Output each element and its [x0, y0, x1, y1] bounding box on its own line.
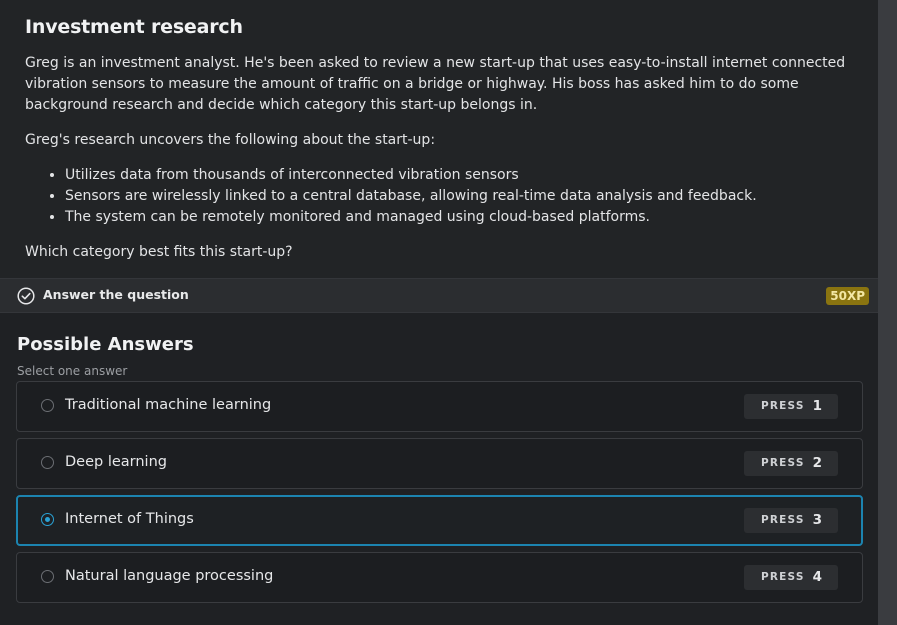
answer-option-3[interactable]: Internet of Things PRESS 3 — [16, 495, 863, 546]
check-circle-icon — [17, 287, 35, 305]
answer-label: Natural language processing — [65, 568, 274, 584]
keyboard-shortcut-hint: PRESS 3 — [744, 508, 838, 533]
finding-item: Sensors are wirelessly linked to a centr… — [65, 186, 865, 207]
answers-heading: Possible Answers — [17, 334, 194, 355]
scrollbar[interactable] — [878, 0, 897, 625]
answer-label: Internet of Things — [65, 511, 194, 527]
question-text: Which category best fits this start-up? — [25, 244, 293, 260]
research-intro: Greg's research uncovers the following a… — [25, 132, 436, 148]
answer-option-1[interactable]: Traditional machine learning PRESS 1 — [16, 381, 863, 432]
radio-button[interactable] — [41, 399, 54, 412]
shortcut-key: 2 — [812, 455, 822, 471]
press-label: PRESS — [761, 457, 805, 469]
answer-label: Traditional machine learning — [65, 397, 272, 413]
xp-badge: 50XP — [826, 287, 869, 305]
radio-button[interactable] — [41, 456, 54, 469]
radio-button[interactable] — [41, 570, 54, 583]
exercise-panel: Investment research Greg is an investmen… — [0, 0, 878, 625]
task-header: Answer the question 50XP — [0, 278, 878, 313]
keyboard-shortcut-hint: PRESS 1 — [744, 394, 838, 419]
shortcut-key: 1 — [812, 398, 822, 414]
answer-label: Deep learning — [65, 454, 167, 470]
findings-list: Utilizes data from thousands of intercon… — [25, 165, 865, 228]
answer-option-4[interactable]: Natural language processing PRESS 4 — [16, 552, 863, 603]
answer-option-2[interactable]: Deep learning PRESS 2 — [16, 438, 863, 489]
finding-item: Utilizes data from thousands of intercon… — [65, 165, 865, 186]
press-label: PRESS — [761, 400, 805, 412]
radio-button-selected[interactable] — [41, 513, 54, 526]
task-label: Answer the question — [43, 287, 189, 302]
press-label: PRESS — [761, 571, 805, 583]
instructions-section: Investment research Greg is an investmen… — [0, 0, 878, 278]
press-label: PRESS — [761, 514, 805, 526]
answers-hint: Select one answer — [17, 364, 128, 378]
exercise-window: Investment research Greg is an investmen… — [0, 0, 897, 625]
shortcut-key: 4 — [812, 569, 822, 585]
exercise-title: Investment research — [25, 16, 243, 38]
shortcut-key: 3 — [812, 512, 822, 528]
keyboard-shortcut-hint: PRESS 4 — [744, 565, 838, 590]
context-paragraph: Greg is an investment analyst. He's been… — [25, 55, 846, 113]
keyboard-shortcut-hint: PRESS 2 — [744, 451, 838, 476]
finding-item: The system can be remotely monitored and… — [65, 207, 865, 228]
